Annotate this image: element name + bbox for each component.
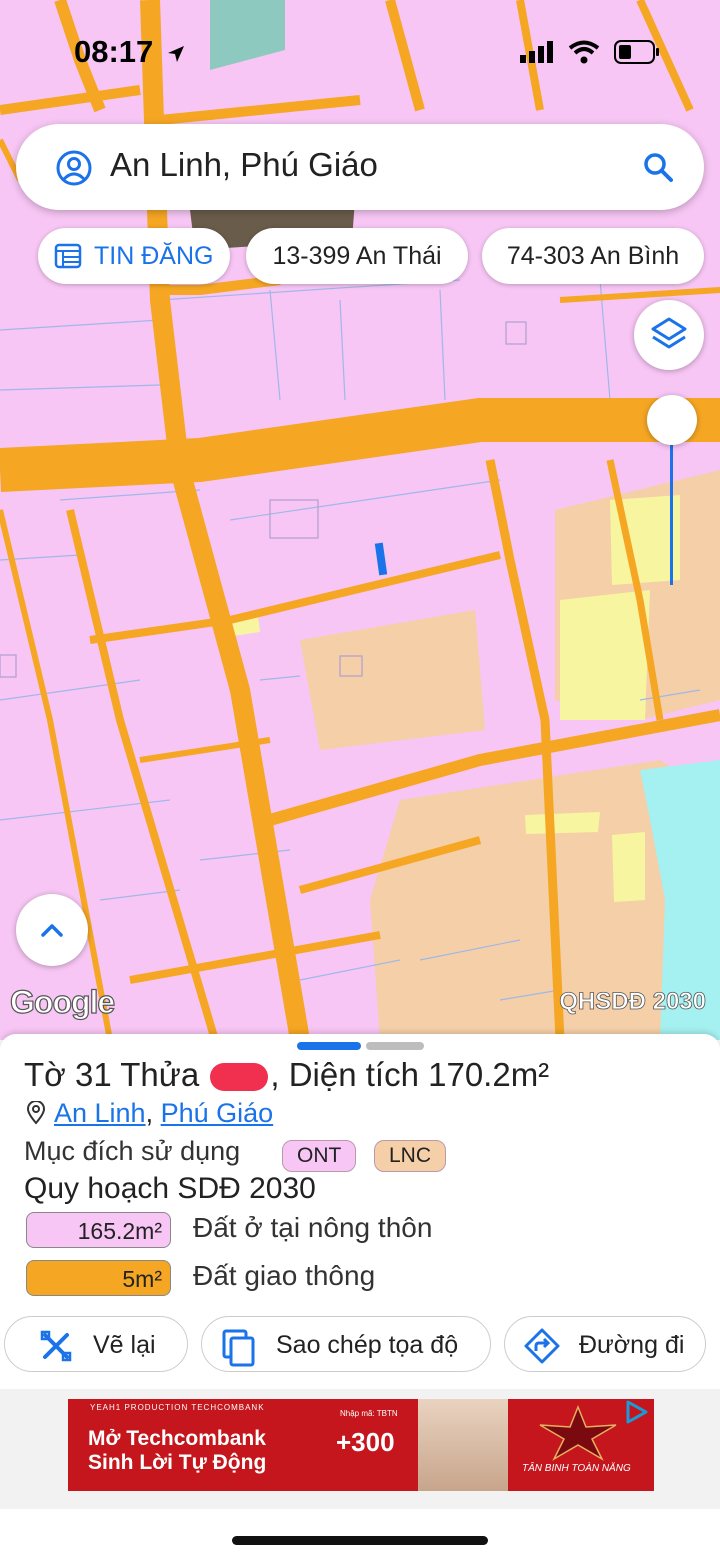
copy-icon	[222, 1329, 255, 1367]
search-bar[interactable]: An Linh, Phú Giáo	[16, 124, 704, 210]
chip-label: 13-399 An Thái	[272, 242, 442, 270]
google-attribution: Google	[9, 983, 115, 1020]
sheet-handle[interactable]	[366, 1042, 424, 1050]
directions-icon	[524, 1328, 560, 1364]
status-bar: 08:17	[0, 0, 720, 100]
location-separator: ,	[145, 1098, 154, 1128]
yellow-zone-4	[525, 812, 600, 834]
yellow-zone-3	[612, 832, 645, 902]
ad-brand: TÂN BINH TOÀN NĂNG	[522, 1463, 631, 1474]
redraw-label: Vẽ lại	[93, 1331, 156, 1359]
purpose-badge-lnc: LNC	[374, 1140, 447, 1172]
chip-label: 74-303 An Bình	[506, 242, 680, 270]
redraw-tools-icon	[40, 1330, 72, 1362]
layers-button[interactable]	[634, 300, 704, 370]
parcel-info-sheet: Tờ 31 Thửa , Diện tích 170.2m² An Linh, …	[0, 1034, 720, 1389]
search-input[interactable]: An Linh, Phú Giáo	[110, 146, 378, 184]
purpose-label: Mục đích sử dụng	[24, 1136, 241, 1166]
wifi-icon	[568, 40, 600, 64]
ad-promo-code: Nhập mã: TBTN	[340, 1409, 398, 1418]
redraw-button[interactable]: Vẽ lại	[4, 1316, 188, 1372]
directions-label: Đường đi	[579, 1331, 685, 1359]
listing-icon	[54, 243, 82, 269]
yellow-zone	[560, 590, 650, 720]
ad-logo-icon	[539, 1405, 617, 1461]
ad-headline-1: Mở Techcombank	[88, 1427, 266, 1450]
home-indicator[interactable]	[232, 1536, 488, 1545]
chip-tin-dang[interactable]: TIN ĐĂNG	[38, 228, 230, 284]
directions-button[interactable]: Đường đi	[504, 1316, 706, 1372]
plan-area-road: 5m²	[26, 1260, 171, 1296]
district-link[interactable]: Phú Giáo	[161, 1098, 274, 1128]
area-value: 165.2m²	[77, 1218, 162, 1244]
parcel-title-prefix: Tờ 31 Thửa	[24, 1056, 200, 1093]
plan-area-residential: 165.2m²	[26, 1212, 171, 1248]
status-time: 08:17	[74, 34, 154, 69]
plan-desc-residential: Đất ở tại nông thôn	[193, 1212, 433, 1243]
redaction-mark	[210, 1063, 269, 1092]
ad-container: YEAH1 PRODUCTION TECHCOMBANK Mở Techcomb…	[0, 1389, 720, 1509]
search-icon[interactable]	[642, 151, 674, 183]
chevron-up-icon	[41, 924, 63, 937]
sheet-handle-active[interactable]	[297, 1042, 361, 1050]
ad-person-image	[418, 1399, 508, 1491]
plan-desc-road: Đất giao thông	[193, 1260, 376, 1291]
ad-promo-value: +300	[336, 1427, 395, 1457]
account-icon[interactable]	[56, 150, 92, 186]
battery-icon	[614, 40, 659, 64]
expand-up-button[interactable]	[16, 894, 88, 966]
opacity-slider-handle[interactable]	[647, 395, 697, 445]
parcel-title-suffix: , Diện tích 170.2m²	[270, 1056, 550, 1093]
parcel-title: Tờ 31 Thửa , Diện tích 170.2m²	[24, 1056, 549, 1094]
chip-label: TIN ĐĂNG	[94, 242, 214, 270]
copy-coordinates-button[interactable]: Sao chép tọa độ	[201, 1316, 491, 1372]
cellular-signal-icon	[520, 41, 553, 63]
plan-title: Quy hoạch SDĐ 2030	[24, 1172, 316, 1205]
opacity-slider-track[interactable]	[670, 445, 673, 585]
layers-icon	[651, 317, 687, 349]
ad-choices-icon[interactable]	[622, 1399, 652, 1425]
ad-headline-2: Sinh Lời Tự Động	[88, 1451, 267, 1474]
copy-coordinates-label: Sao chép tọa độ	[276, 1331, 459, 1359]
area-value: 5m²	[122, 1266, 162, 1292]
location-arrow-icon	[168, 46, 184, 62]
techcombank-banner-ad[interactable]: YEAH1 PRODUCTION TECHCOMBANK Mở Techcomb…	[68, 1399, 654, 1491]
chip-an-thai[interactable]: 13-399 An Thái	[246, 228, 468, 284]
parcel-location: An Linh, Phú Giáo	[26, 1098, 273, 1129]
location-pin-icon	[26, 1100, 46, 1125]
ad-sponsor-line: YEAH1 PRODUCTION TECHCOMBANK	[90, 1403, 265, 1412]
chip-an-binh[interactable]: 74-303 An Bình	[482, 228, 704, 284]
ward-link[interactable]: An Linh	[54, 1098, 146, 1128]
plan-layer-label: QHSDĐ 2030	[559, 988, 707, 1016]
purpose-badge-ont: ONT	[282, 1140, 357, 1172]
